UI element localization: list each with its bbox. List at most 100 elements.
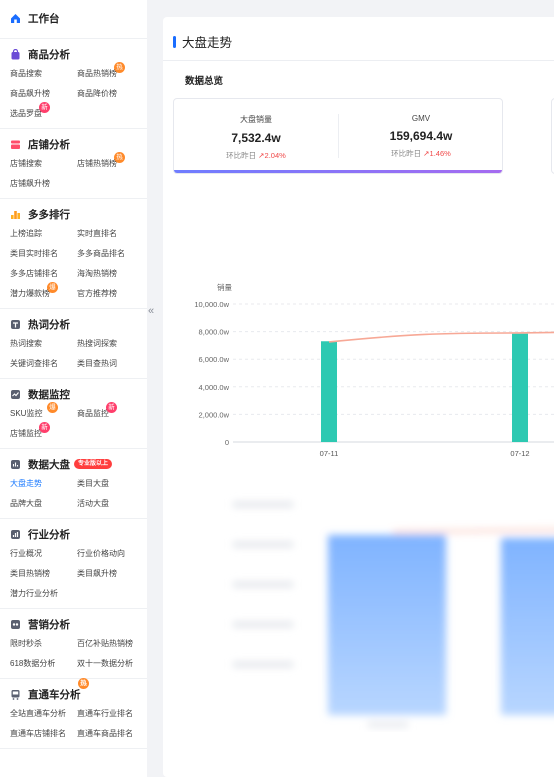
sidebar-item[interactable]: 双十一数据分析 — [77, 654, 144, 674]
sidebar-item[interactable]: 选品罗盘新 — [10, 102, 77, 124]
boom-badge: 爆 — [47, 402, 58, 413]
metric-sales: 大盘销量 7,532.4w 环比昨日 ↗2.04% — [226, 115, 286, 160]
sidebar-section-title[interactable]: 营销分析 — [10, 614, 137, 634]
sidebar-section-title[interactable]: 行业分析 — [10, 524, 137, 544]
sidebar-section-ztc: 直通车分析热全站直通车分析 直通车行业排名 直通车店铺排名 直通车商品排名 — [0, 678, 147, 749]
dashboard-icon — [10, 459, 21, 470]
sidebar-item[interactable]: 潜力行业分析 — [10, 584, 77, 604]
shopping-bag-icon — [10, 48, 21, 60]
x-tick-label: 07-11 — [320, 449, 339, 458]
pro-tag: 专业版以上 — [74, 459, 113, 469]
sidebar-item[interactable]: 店铺搜索 — [10, 154, 77, 174]
sidebar-section-title[interactable]: 数据大盘 专业版以上 — [10, 454, 137, 474]
sidebar-section-shop: 店铺分析 店铺搜索 店铺热销榜热店铺飙升榜 — [0, 129, 147, 199]
sidebar-item[interactable]: 实时直排名 — [77, 224, 144, 244]
sidebar-section-title[interactable]: 商品分析 — [10, 44, 137, 64]
y-axis-label: 销量 — [217, 282, 232, 292]
sidebar-item[interactable]: 商品监控新 — [77, 402, 144, 424]
sidebar-item[interactable]: 商品降价榜 — [77, 84, 144, 104]
main-panel: 大盘走势 数据总览 大盘销量 7,532.4w 环比昨日 ↗2.04% GMV … — [163, 17, 554, 777]
new-badge: 新 — [39, 422, 50, 433]
sidebar-item[interactable]: 百亿补贴热销榜 — [77, 634, 144, 654]
sales-trend-chart: 销量 0 2,000.0w 4,000.0w 6,000.0w 8,000.0w 10,00… — [194, 282, 554, 458]
sidebar-section-marketing: 营销分析 限时秒杀 百亿补贴热销榜 618数据分析 双十一数据分析 — [0, 609, 147, 679]
home-icon — [10, 13, 21, 24]
y-tick-label: 4,000.0w — [199, 383, 230, 392]
sidebar-section-title[interactable]: 直通车分析热 — [10, 678, 137, 704]
y-tick-label: 2,000.0w — [199, 410, 230, 419]
sidebar: 工作台 商品分析 商品搜索 商品热销榜热商品飙升榜 商品降价榜 选品罗盘新店铺分析 店铺搜… — [0, 0, 147, 777]
sidebar-item[interactable]: 全站直通车分析 — [10, 704, 77, 724]
ranking-icon — [10, 209, 21, 220]
y-tick-label: 8,000.0w — [199, 328, 230, 337]
sidebar-item[interactable]: 店铺飙升榜 — [10, 174, 77, 194]
y-tick-label: 10,000.0w — [194, 300, 229, 309]
store-icon — [10, 139, 21, 150]
industry-chart-icon — [10, 529, 21, 540]
sidebar-item[interactable]: 类目热销榜 — [10, 564, 77, 584]
sidebar-item[interactable]: 限时秒杀 — [10, 634, 77, 654]
sidebar-item[interactable]: 商品热销榜热 — [77, 62, 144, 84]
sidebar-item[interactable]: 商品飙升榜 — [10, 84, 77, 104]
metric-gmv: GMV 159,694.4w 环比昨日 ↗1.46% — [389, 114, 453, 158]
sidebar-section-product: 商品分析 商品搜索 商品热销榜热商品飙升榜 商品降价榜 选品罗盘新 — [0, 39, 147, 129]
new-badge: 新 — [106, 402, 117, 413]
new-badge: 新 — [39, 102, 50, 113]
sidebar-section-industry: 行业分析 行业概况 行业价格动向 类目热销榜 类目飙升榜 潜力行业分析 — [0, 519, 147, 609]
boom-badge: 爆 — [47, 282, 58, 293]
sidebar-section-board: 数据大盘 专业版以上 大盘走势 类目大盘 品牌大盘 活动大盘 — [0, 449, 147, 519]
sidebar-item[interactable]: 行业概况 — [10, 544, 77, 564]
bar-07-12 — [512, 333, 528, 442]
collapse-sidebar-button[interactable]: « — [145, 296, 157, 326]
sidebar-section-rank: 多多排行 上榜追踪 实时直排名 类目实时排名 多多商品排名 多多店铺排名 海淘热销榜 潜力爆款… — [0, 199, 147, 309]
blurred-bars — [233, 502, 554, 727]
sidebar-item[interactable]: 海淘热销榜 — [77, 264, 144, 284]
sidebar-item[interactable]: 多多店铺排名 — [10, 264, 77, 284]
sidebar-item[interactable]: 官方推荐榜 — [77, 284, 144, 304]
overview-title: 数据总览 — [185, 76, 224, 87]
y-tick-label: 6,000.0w — [199, 355, 230, 364]
sidebar-item[interactable]: 类目飙升榜 — [77, 564, 144, 584]
sidebar-section-hotword: 热词分析 热词搜索 热搜词探索 关键词查排名 类目查热词 — [0, 309, 147, 379]
x-tick-label: 07-12 — [510, 449, 529, 458]
y-tick-label: 0 — [225, 438, 229, 447]
sidebar-item[interactable]: 潜力爆款榜爆 — [10, 282, 77, 304]
sidebar-item[interactable]: 热词搜索 — [10, 334, 77, 354]
sidebar-workbench[interactable]: 工作台 — [0, 0, 147, 39]
bar-07-11 — [321, 341, 337, 442]
sidebar-item[interactable]: 大盘走势 — [10, 474, 77, 494]
sidebar-item[interactable]: 多多商品排名 — [77, 244, 144, 264]
page-title: 大盘走势 — [173, 32, 232, 51]
marketing-icon — [10, 619, 21, 630]
sidebar-item[interactable]: 店铺监控新 — [10, 422, 77, 444]
sidebar-item[interactable]: 类目查热词 — [77, 354, 144, 374]
metric-card: 大盘销量 7,532.4w 环比昨日 ↗2.04% GMV 159,694.4w… — [173, 98, 503, 174]
sidebar-section-title[interactable]: 店铺分析 — [10, 134, 137, 154]
sidebar-item[interactable]: 品牌大盘 — [10, 494, 77, 514]
hot-badge: 热 — [114, 152, 125, 163]
sidebar-item[interactable]: SKU监控爆 — [10, 402, 77, 424]
sidebar-section-title[interactable]: 数据监控 — [10, 384, 137, 404]
sidebar-item[interactable]: 类目大盘 — [77, 474, 144, 494]
sidebar-item[interactable]: 上榜追踪 — [10, 224, 77, 244]
sidebar-item[interactable]: 店铺热销榜热 — [77, 152, 144, 174]
sidebar-item[interactable]: 直通车行业排名 — [77, 704, 144, 724]
sidebar-item[interactable]: 618数据分析 — [10, 654, 77, 674]
sidebar-item[interactable]: 类目实时排名 — [10, 244, 77, 264]
hot-word-icon — [10, 319, 21, 330]
train-icon — [10, 689, 21, 700]
sidebar-item[interactable]: 行业价格动向 — [77, 544, 144, 564]
hot-badge: 热 — [78, 678, 89, 689]
sidebar-section-title[interactable]: 多多排行 — [10, 204, 137, 224]
monitor-icon — [10, 389, 21, 400]
sidebar-item[interactable]: 商品搜索 — [10, 64, 77, 84]
sidebar-item[interactable]: 热搜词探索 — [77, 334, 144, 354]
workbench-label: 工作台 — [28, 12, 60, 25]
blurred-chart-placeholder — [233, 502, 554, 727]
sidebar-item[interactable]: 直通车商品排名 — [77, 724, 144, 744]
sidebar-item[interactable]: 关键词查排名 — [10, 354, 77, 374]
sidebar-item[interactable]: 直通车店铺排名 — [10, 724, 77, 744]
sidebar-item[interactable]: 活动大盘 — [77, 494, 144, 514]
hot-badge: 热 — [114, 62, 125, 73]
sidebar-section-title[interactable]: 热词分析 — [10, 314, 137, 334]
